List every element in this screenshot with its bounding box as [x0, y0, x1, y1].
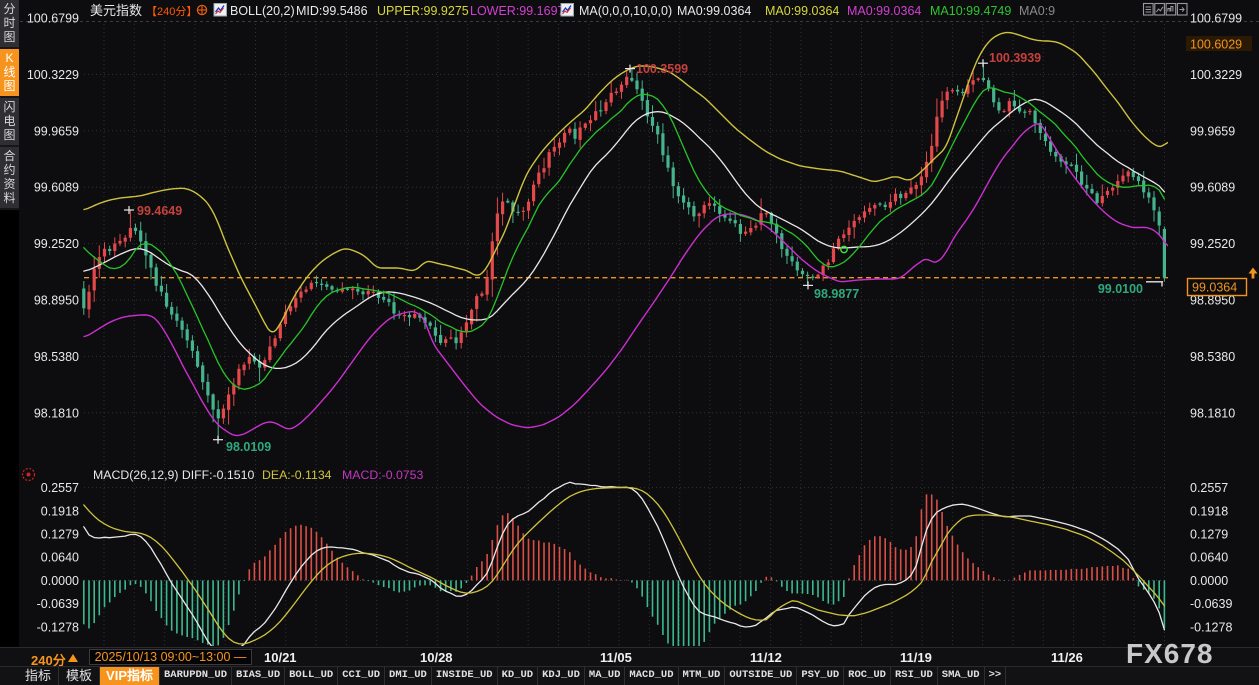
svg-text:98.9877: 98.9877	[814, 287, 859, 301]
svg-text:99.0100: 99.0100	[1098, 282, 1143, 296]
svg-text:98.0109: 98.0109	[226, 440, 271, 454]
svg-text:99.9659: 99.9659	[1190, 124, 1235, 138]
svg-text:0.1918: 0.1918	[1190, 504, 1228, 518]
svg-text:-0.1278: -0.1278	[37, 620, 79, 634]
svg-text:100.3229: 100.3229	[1190, 68, 1242, 82]
svg-text:98.1810: 98.1810	[1190, 406, 1235, 420]
svg-text:0.2557: 0.2557	[1190, 481, 1228, 495]
svg-text:UPPER:99.9275: UPPER:99.9275	[377, 4, 469, 18]
svg-text:100.3939: 100.3939	[989, 51, 1041, 65]
svg-text:MA(0,0,0,10,0,0): MA(0,0,0,10,0,0)	[579, 4, 672, 18]
svg-text:MA0:9: MA0:9	[1019, 4, 1055, 18]
svg-text:0.2557: 0.2557	[41, 481, 79, 495]
svg-text:98.5380: 98.5380	[34, 350, 79, 364]
svg-text:99.6089: 99.6089	[1190, 181, 1235, 195]
svg-text:MA0:99.0364: MA0:99.0364	[677, 4, 751, 18]
svg-text:99.2520: 99.2520	[1190, 237, 1235, 251]
svg-text:100.6799: 100.6799	[27, 12, 79, 26]
svg-text:MA0:99.0364: MA0:99.0364	[765, 4, 839, 18]
svg-text:0.0000: 0.0000	[1190, 574, 1228, 588]
svg-text:99.0364: 99.0364	[1192, 281, 1237, 295]
svg-text:美元指数: 美元指数	[90, 3, 142, 18]
svg-text:0.1918: 0.1918	[41, 504, 79, 518]
svg-text:99.2520: 99.2520	[34, 237, 79, 251]
svg-text:-0.0639: -0.0639	[1190, 597, 1232, 611]
svg-text:0.1279: 0.1279	[1190, 528, 1228, 542]
svg-text:BOLL(20,2): BOLL(20,2)	[230, 4, 295, 18]
svg-text:MACD:-0.0753: MACD:-0.0753	[342, 468, 423, 482]
svg-text:100.6029: 100.6029	[1190, 38, 1242, 52]
svg-text:MID:99.5486: MID:99.5486	[296, 4, 368, 18]
svg-text:DEA:-0.1134: DEA:-0.1134	[262, 468, 332, 482]
svg-text:MACD(26,12,9) DIFF:-0.1510: MACD(26,12,9) DIFF:-0.1510	[93, 468, 254, 482]
svg-text:0.0640: 0.0640	[41, 551, 79, 565]
svg-text:100.3229: 100.3229	[27, 68, 79, 82]
svg-text:LOWER:99.1697: LOWER:99.1697	[470, 4, 565, 18]
svg-text:【240分】: 【240分】	[146, 5, 197, 18]
svg-text:99.6089: 99.6089	[34, 181, 79, 195]
svg-text:0.0000: 0.0000	[41, 574, 79, 588]
svg-text:98.5380: 98.5380	[1190, 350, 1235, 364]
svg-text:100.6799: 100.6799	[1190, 12, 1242, 26]
svg-text:MA10:99.4749: MA10:99.4749	[930, 4, 1011, 18]
svg-text:-0.1278: -0.1278	[1190, 620, 1232, 634]
svg-text:99.4649: 99.4649	[137, 204, 182, 218]
svg-text:0.1279: 0.1279	[41, 528, 79, 542]
svg-text:98.1810: 98.1810	[34, 406, 79, 420]
svg-text:MA0:99.0364: MA0:99.0364	[847, 4, 921, 18]
svg-text:0.0640: 0.0640	[1190, 551, 1228, 565]
svg-text:100.3599: 100.3599	[636, 62, 688, 76]
svg-text:-0.0639: -0.0639	[37, 597, 79, 611]
svg-text:99.9659: 99.9659	[34, 124, 79, 138]
svg-text:98.8950: 98.8950	[34, 294, 79, 308]
